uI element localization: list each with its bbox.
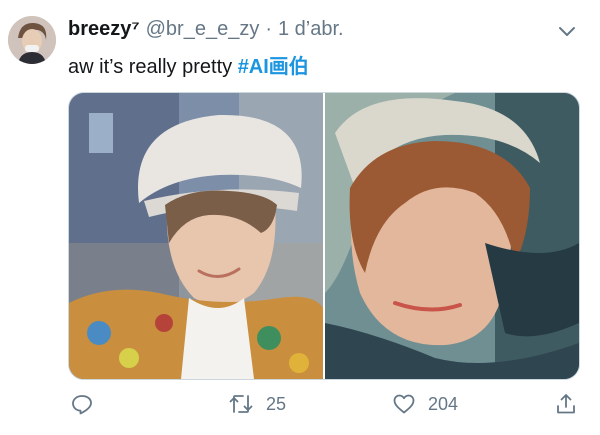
avatar-image [8, 16, 56, 64]
avatar[interactable] [8, 16, 56, 64]
tweet-header: breezy⁷ @br_e_e_zy · 1 d’abr. [68, 18, 344, 46]
tweet: breezy⁷ @br_e_e_zy · 1 d’abr. aw it’s re… [0, 0, 600, 435]
media-photo-right[interactable] [325, 93, 579, 379]
retweet-count: 25 [266, 393, 287, 414]
like-button[interactable]: 204 [392, 392, 458, 416]
tweet-text-body: aw it’s really pretty [68, 56, 238, 78]
retweet-icon [229, 395, 253, 413]
retweet-button[interactable]: 25 [228, 392, 286, 416]
share-button[interactable] [554, 392, 590, 416]
share-icon [557, 394, 575, 414]
painting-image [325, 93, 579, 379]
display-name[interactable]: breezy⁷ [68, 18, 140, 41]
media-grid [68, 92, 580, 380]
tweet-actions: 25 204 [68, 386, 578, 426]
tweet-text: aw it’s really pretty #AI画伯 [68, 50, 309, 79]
like-count: 204 [428, 393, 459, 414]
media-photo-left[interactable] [69, 93, 323, 379]
selfie-photo [69, 93, 323, 379]
chevron-down-icon[interactable] [556, 20, 578, 42]
reply-icon [72, 395, 92, 415]
reply-button[interactable] [70, 392, 106, 416]
user-handle[interactable]: @br_e_e_zy [146, 18, 260, 41]
hashtag-link[interactable]: #AI画伯 [238, 56, 309, 78]
heart-icon [393, 394, 415, 414]
dot-separator: · [265, 18, 272, 40]
tweet-timestamp[interactable]: 1 d’abr. [278, 18, 344, 41]
